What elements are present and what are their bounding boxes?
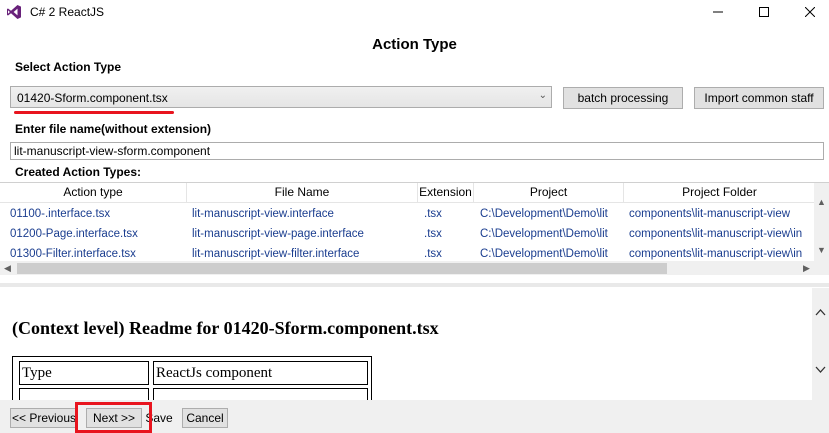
visual-studio-icon — [7, 5, 21, 19]
cell-action-type: 01100-.interface.tsx — [10, 208, 111, 220]
chevron-up-icon[interactable] — [815, 308, 826, 316]
cell-extension: .tsx — [424, 228, 442, 240]
cell-action-type: 01200-Page.interface.tsx — [10, 228, 138, 240]
readme-type-value: ReactJs component — [153, 361, 368, 385]
scroll-right-icon[interactable]: ▶ — [803, 263, 810, 274]
chevron-down-icon[interactable] — [815, 366, 826, 374]
column-header-action-type[interactable]: Action type — [0, 183, 187, 203]
table-row[interactable]: 01100-.interface.tsx lit-manuscript-view… — [0, 204, 815, 224]
panel-splitter[interactable] — [0, 283, 829, 287]
maximize-button[interactable] — [741, 0, 787, 24]
highlight-underline — [14, 111, 174, 114]
close-button[interactable] — [787, 0, 829, 24]
cell-project-folder: components\lit-manuscript-view\in — [629, 228, 803, 240]
readme-title: (Context level) Readme for 01420-Sform.c… — [12, 318, 439, 338]
cell-file-name: lit-manuscript-view.interface — [192, 208, 334, 220]
scroll-up-icon[interactable]: ▲ — [817, 197, 826, 207]
column-header-file-name[interactable]: File Name — [187, 183, 418, 203]
file-name-input[interactable]: lit-manuscript-view-sform.component — [10, 142, 824, 160]
chevron-down-icon: ⌄ — [538, 90, 547, 101]
cell-project: C:\Development\Demo\lit — [480, 208, 608, 220]
window-title: C# 2 ReactJS — [30, 5, 105, 19]
previous-button[interactable]: << Previous — [10, 408, 78, 428]
grid-vertical-scrollbar[interactable]: ▲ ▼ — [814, 183, 829, 261]
cell-project-folder: components\lit-manuscript-view — [629, 208, 791, 220]
page-heading: Action Type — [372, 36, 457, 53]
column-header-project[interactable]: Project — [474, 183, 624, 203]
action-type-combobox[interactable]: 01420-Sform.component.tsx ⌄ — [10, 86, 552, 108]
created-action-types-label: Created Action Types: — [15, 165, 142, 179]
minimize-icon — [713, 11, 723, 13]
readme-table: Type ReactJs component — [12, 356, 372, 400]
cell-project: C:\Development\Demo\lit — [480, 228, 608, 240]
table-row[interactable]: 01200-Page.interface.tsx lit-manuscript-… — [0, 224, 815, 244]
readme-next-row-key — [19, 388, 149, 400]
horizontal-scroll-thumb[interactable] — [17, 263, 667, 274]
readme-type-key: Type — [19, 361, 149, 385]
column-header-extension[interactable]: Extension — [418, 183, 474, 203]
file-name-label: Enter file name(without extension) — [15, 122, 212, 136]
readme-panel: (Context level) Readme for 01420-Sform.c… — [0, 288, 829, 400]
cancel-button[interactable]: Cancel — [182, 408, 228, 428]
action-types-grid[interactable]: Action type File Name Extension Project … — [0, 182, 829, 275]
cell-file-name: lit-manuscript-view-page.interface — [192, 228, 364, 240]
highlight-box — [75, 402, 152, 433]
readme-next-row-value — [153, 388, 368, 400]
grid-header: Action type File Name Extension Project … — [0, 183, 815, 203]
close-icon — [805, 7, 815, 17]
cell-extension: .tsx — [424, 208, 442, 220]
readme-vertical-scrollbar[interactable] — [812, 288, 829, 400]
column-header-project-folder[interactable]: Project Folder — [624, 183, 815, 203]
grid-horizontal-scrollbar[interactable]: ◀ ▶ — [0, 261, 829, 275]
batch-processing-button[interactable]: batch processing — [563, 87, 683, 109]
import-common-staff-button[interactable]: Import common staff — [694, 87, 824, 109]
minimize-button[interactable] — [695, 0, 741, 24]
action-type-selected: 01420-Sform.component.tsx — [17, 91, 168, 105]
title-bar: C# 2 ReactJS — [0, 0, 829, 24]
select-action-label: Select Action Type — [15, 60, 122, 74]
scroll-down-icon[interactable]: ▼ — [817, 245, 826, 255]
maximize-icon — [759, 7, 769, 17]
scroll-left-icon[interactable]: ◀ — [4, 263, 11, 274]
